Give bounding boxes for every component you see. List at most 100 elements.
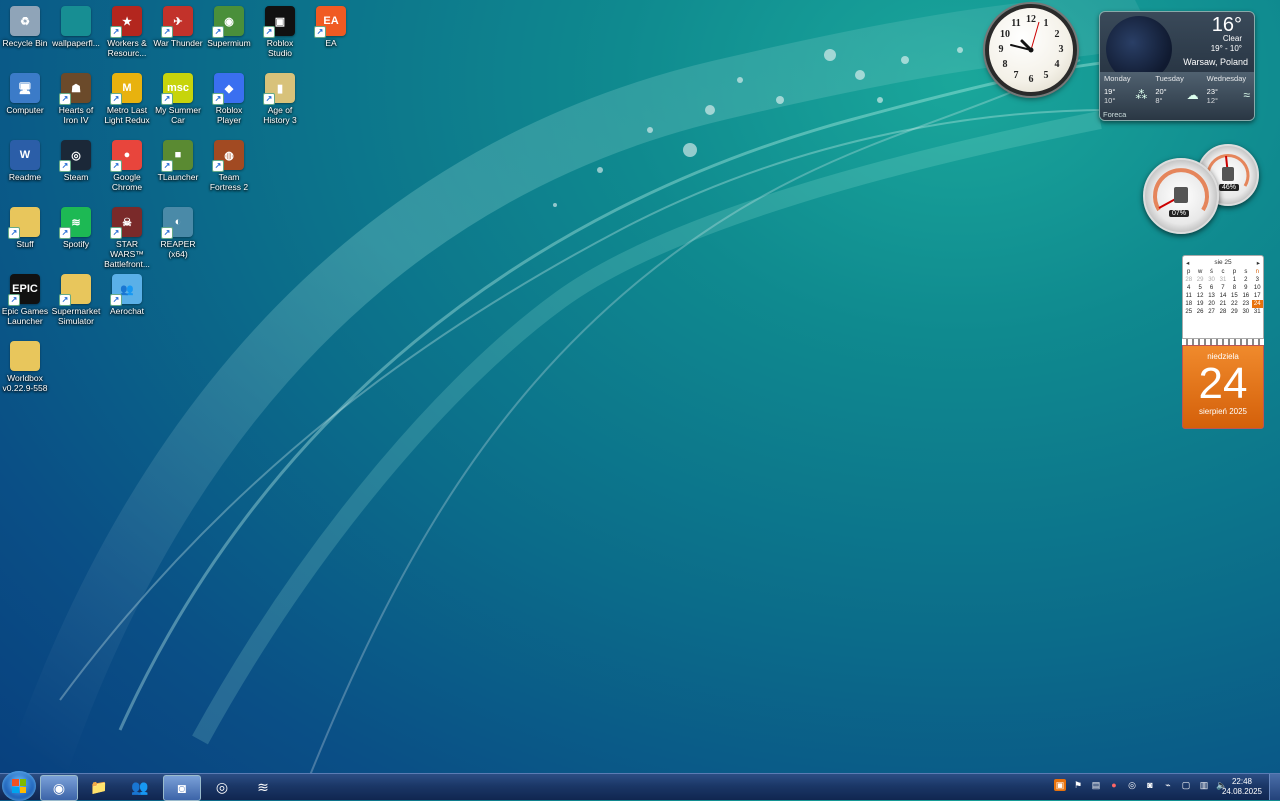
desktop-icon[interactable]: ▣ ↗ Roblox Studio (255, 2, 305, 58)
desktop-icon[interactable]: ☗ ↗ Hearts of Iron IV (51, 69, 101, 125)
taskbar-supermium-button[interactable]: ◉ (40, 775, 78, 801)
weather-gadget[interactable]: 16° Clear 19° - 10° Warsaw, Poland Monda… (1099, 11, 1255, 121)
calendar-day-cell[interactable]: 13 (1206, 292, 1217, 300)
desktop-icon[interactable]: ◉ ↗ Supermium (204, 2, 254, 48)
shortcut-arrow-icon: ↗ (161, 26, 173, 38)
calendar-day-cell[interactable]: 22 (1229, 300, 1240, 308)
calendar-day-cell[interactable]: 16 (1240, 292, 1251, 300)
taskbar-steam-button[interactable]: ◎ (204, 775, 240, 799)
calendar-day-cell[interactable]: 20 (1206, 300, 1217, 308)
desktop-icon[interactable]: ◍ ↗ Team Fortress 2 (204, 136, 254, 192)
calendar-day-cell[interactable]: 18 (1183, 300, 1194, 308)
calendar-day-cell[interactable]: 30 (1240, 308, 1251, 316)
cpu-value: 07% (1169, 210, 1190, 217)
desktop-icon[interactable]: 👥 ↗ Aerochat (102, 270, 152, 316)
desktop-icon[interactable]: ▮ ↗ Age of History 3 (255, 69, 305, 125)
desktop-icon[interactable]: ■ ↗ TLauncher (153, 136, 203, 182)
calendar-day-cell[interactable]: 7 (1217, 284, 1228, 292)
calendar-day-cell[interactable]: 23 (1240, 300, 1251, 308)
discord-tray-icon[interactable]: ◙ (1144, 779, 1156, 791)
desktop-icon[interactable]: msc ↗ My Summer Car (153, 69, 203, 125)
desktop-icon[interactable]: M ↗ Metro Last Light Redux (102, 69, 152, 125)
tray-record-icon[interactable]: ● (1108, 779, 1120, 791)
taskbar-spotify-button[interactable]: ≋ (245, 775, 281, 799)
desktop-icon[interactable]: ◎ ↗ Steam (51, 136, 101, 182)
taskbar-file-explorer-button[interactable]: 📁 (81, 775, 117, 799)
cpu-gauge-needle (1153, 168, 1209, 212)
desktop-icon[interactable]: ↗ Supermarket Simulator (51, 270, 101, 326)
desktop-icon[interactable]: EPIC ↗ Epic Games Launcher (0, 270, 50, 326)
next-month-button[interactable]: ▸ (1257, 259, 1260, 267)
calendar-day-cell[interactable]: 24 (1251, 300, 1263, 308)
calendar-day-cell[interactable]: 21 (1217, 300, 1228, 308)
desktop-icon-label: War Thunder (153, 38, 203, 48)
calendar-day-cell[interactable]: 29 (1229, 308, 1240, 316)
calendar-day-cell[interactable]: 3 (1252, 276, 1263, 284)
ram-value: 46% (1219, 184, 1240, 191)
desktop-icon[interactable]: Worldbox v0.22.9-558 (0, 337, 50, 393)
calendar-day-cell[interactable]: 15 (1229, 292, 1240, 300)
taskbar-clock[interactable]: 22:48 24.08.2025 (1222, 777, 1262, 797)
calendar-day-cell[interactable]: 28 (1183, 276, 1194, 284)
desktop-icon[interactable]: ☠ ↗ STAR WARS™ Battlefront... (102, 203, 152, 269)
tray-device-icon[interactable]: ▢ (1180, 779, 1192, 791)
calendar-day-cell[interactable]: 19 (1194, 300, 1205, 308)
desktop-icon[interactable]: 🖥 Computer (0, 69, 50, 115)
desktop-icon[interactable]: ★ ↗ Workers & Resourc... (102, 2, 152, 58)
ea-icon: EA ↗ (314, 6, 346, 38)
calendar-day-cell[interactable]: 4 (1183, 284, 1194, 292)
desktop-icon[interactable]: ↗ Stuff (0, 203, 50, 249)
taskbar-discord-button[interactable]: ◙ (163, 775, 201, 801)
taskbar-aerochat-button[interactable]: 👥 (122, 775, 158, 799)
tray-usb-icon[interactable]: ⌁ (1162, 779, 1174, 791)
cpu-meter-gadget[interactable]: 46% 07% (1143, 144, 1261, 234)
calendar-day-cell[interactable]: 2 (1240, 276, 1251, 284)
clock-gadget[interactable]: 12 1 2 3 4 5 6 7 8 9 10 11 (985, 4, 1077, 96)
tray-app-icon[interactable]: ▣ (1054, 779, 1066, 791)
show-desktop-button[interactable] (1269, 774, 1280, 800)
calendar-day-cell[interactable]: 6 (1206, 284, 1217, 292)
temperature-range: 19° - 10° (1210, 44, 1242, 53)
desktop-icon[interactable]: ✈ ↗ War Thunder (153, 2, 203, 48)
action-center-flag-icon[interactable]: ⚑ (1072, 779, 1084, 791)
calendar-day-cell[interactable]: 11 (1183, 292, 1194, 300)
calendar-day-cell[interactable]: 31 (1252, 308, 1263, 316)
desktop-icon[interactable]: EA ↗ EA (306, 2, 356, 48)
desktop-icon[interactable]: ♻ Recycle Bin (0, 2, 50, 48)
calendar-day-cell[interactable]: 1 (1229, 276, 1240, 284)
desktop-icon[interactable]: ◐ ↗ REAPER (x64) (153, 203, 203, 259)
calendar-day-cell[interactable]: 29 (1194, 276, 1205, 284)
shortcut-arrow-icon: ↗ (110, 160, 122, 172)
calendar-day-cell[interactable]: 30 (1206, 276, 1217, 284)
calendar-day-cell[interactable]: 14 (1217, 292, 1228, 300)
calendar-weekday-header: w (1197, 269, 1203, 275)
calendar-day-cell[interactable]: 10 (1252, 284, 1263, 292)
calendar-day-cell[interactable]: 17 (1252, 292, 1263, 300)
calendar-weekday-header: s (1244, 269, 1248, 275)
calendar-day-cell[interactable]: 25 (1183, 308, 1194, 316)
calendar-day-cell[interactable]: 27 (1206, 308, 1217, 316)
desktop-icon[interactable]: wallpaperfl... (51, 2, 101, 48)
shortcut-arrow-icon: ↗ (8, 294, 20, 306)
tray-monitor-icon[interactable]: ▤ (1090, 779, 1102, 791)
desktop-icon[interactable]: ◆ ↗ Roblox Player (204, 69, 254, 125)
start-button[interactable] (2, 771, 36, 801)
calendar-gadget[interactable]: ◂ sie 25 ▸ p w ś c p s n 28 29 30 31 1 2 3 4 5 6 7 8 9 10 11 1… (1182, 255, 1264, 429)
calendar-day-cell[interactable]: 31 (1217, 276, 1228, 284)
desktop-icon-label: wallpaperfl... (52, 38, 100, 48)
network-icon[interactable]: ▥ (1198, 779, 1210, 791)
shortcut-arrow-icon: ↗ (212, 93, 224, 105)
prev-month-button[interactable]: ◂ (1186, 259, 1189, 267)
steam-tray-icon[interactable]: ◎ (1126, 779, 1138, 791)
calendar-day-cell[interactable]: 28 (1217, 308, 1228, 316)
shortcut-arrow-icon: ↗ (59, 93, 71, 105)
desktop-icon[interactable]: ● ↗ Google Chrome (102, 136, 152, 192)
calendar-day-cell[interactable]: 12 (1194, 292, 1205, 300)
calendar-day-cell[interactable]: 8 (1229, 284, 1240, 292)
desktop-icon[interactable]: ≋ ↗ Spotify (51, 203, 101, 249)
calendar-day-cell[interactable]: 26 (1194, 308, 1205, 316)
desktop-icon[interactable]: W Readme (0, 136, 50, 182)
desktop-icon-label: Spotify (63, 239, 89, 249)
calendar-day-cell[interactable]: 5 (1194, 284, 1205, 292)
calendar-day-cell[interactable]: 9 (1240, 284, 1251, 292)
